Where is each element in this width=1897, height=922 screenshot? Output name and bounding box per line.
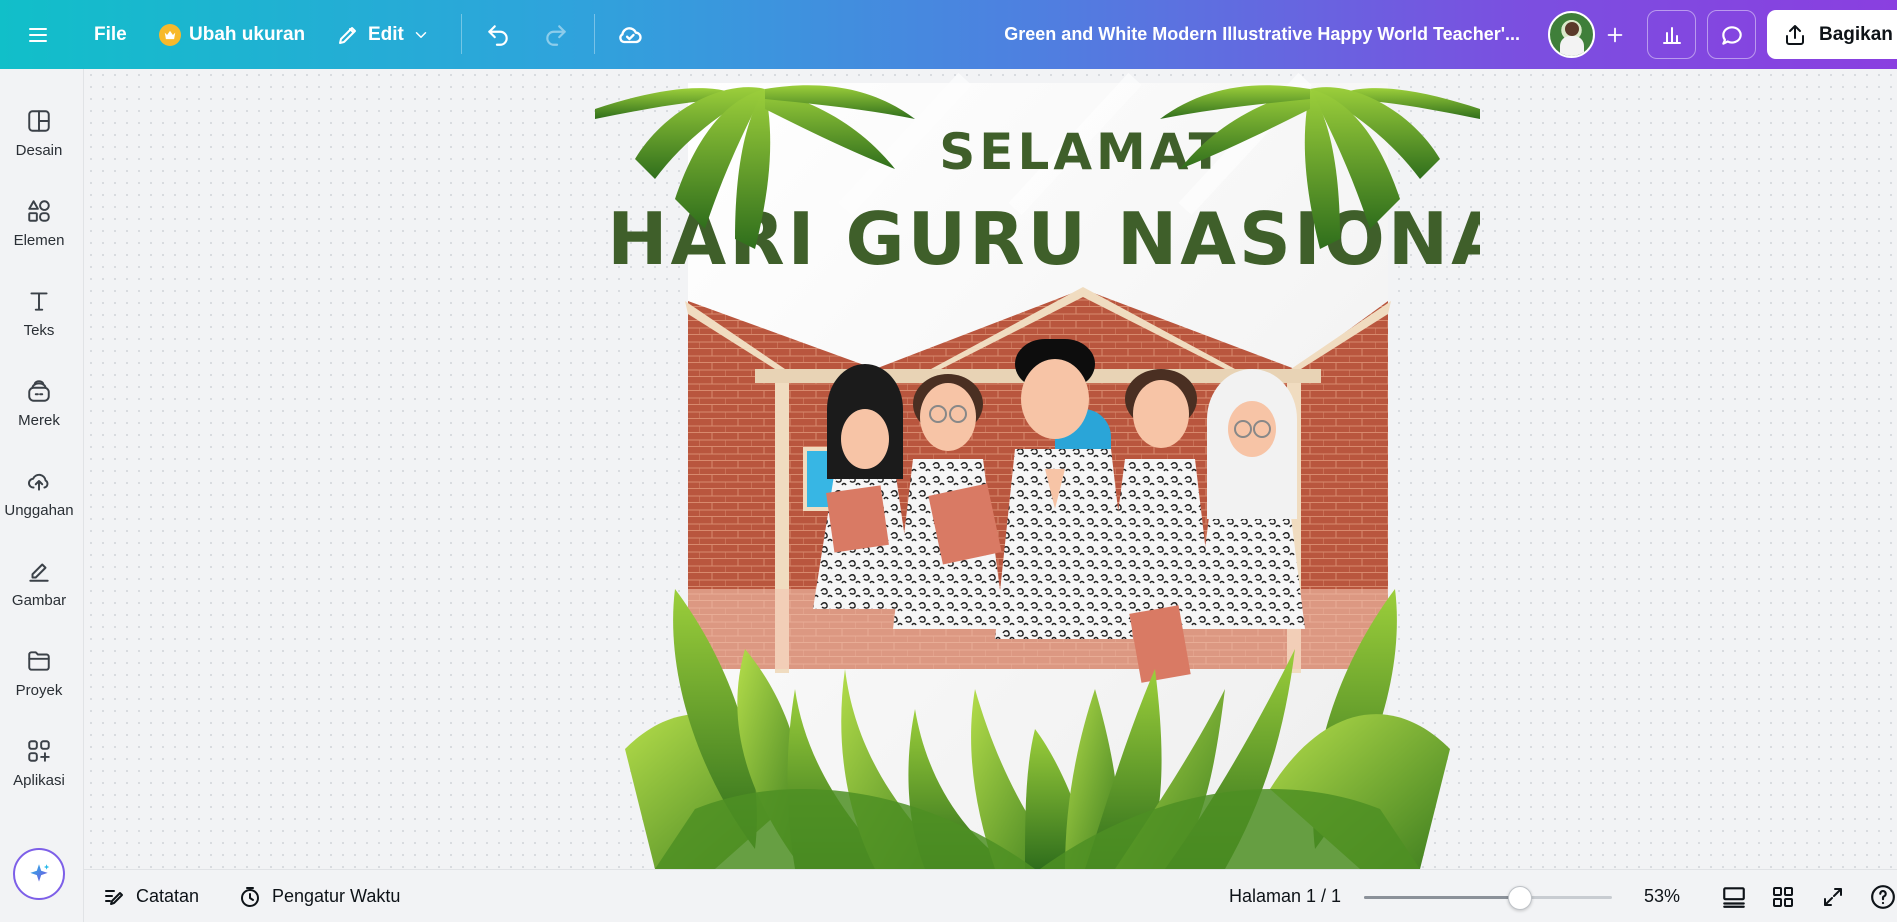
add-collaborator-button[interactable] — [1591, 11, 1638, 58]
notes-label: Catatan — [136, 886, 200, 906]
zoom-slider-fill — [1364, 896, 1521, 899]
sidebar-item-apps[interactable]: Aplikasi — [0, 723, 78, 803]
sidebar-item-label: Gambar — [11, 591, 67, 609]
file-menu-label: File — [94, 23, 127, 45]
sidebar-item-label: Desain — [15, 141, 63, 159]
sidebar-item-label: Elemen — [13, 231, 65, 249]
expand-icon — [1824, 887, 1842, 906]
plus-icon — [1607, 27, 1622, 42]
teachers-day-illustration: SELAMAT HARI GURU NASIONAL — [595, 72, 1556, 869]
resize-label: Ubah ukuran — [189, 23, 306, 45]
sidebar-item-design[interactable]: Desain — [0, 93, 78, 173]
editor-canvas[interactable]: SELAMAT HARI GURU NASIONAL — [85, 69, 1897, 869]
timer-button[interactable]: Pengatur Waktu — [238, 870, 400, 922]
pencil-icon — [339, 26, 356, 44]
magic-assistant-button[interactable] — [13, 848, 65, 900]
sidebar-item-uploads[interactable]: Unggahan — [0, 453, 78, 533]
sidebar-item-label: Aplikasi — [13, 771, 65, 789]
sidebar-item-brand[interactable]: Merek — [0, 363, 78, 443]
fullscreen-button[interactable] — [1821, 870, 1845, 922]
zoom-slider-handle[interactable] — [1508, 886, 1533, 910]
greeting-text: SELAMAT — [939, 123, 1226, 181]
page-indicator[interactable]: Halaman 1 / 1 — [1229, 870, 1341, 922]
page-label: Halaman 1 / 1 — [1229, 886, 1342, 906]
sidebar-item-label: Proyek — [15, 681, 63, 699]
file-menu-button[interactable]: File — [94, 0, 127, 69]
toolbar-divider — [594, 14, 595, 54]
help-icon — [1871, 884, 1895, 909]
cloud-check-icon — [619, 26, 642, 43]
design-icon — [28, 109, 50, 132]
comments-button[interactable] — [1707, 10, 1756, 59]
sidebar-item-projects[interactable]: Proyek — [0, 633, 78, 713]
grid-icon — [1773, 886, 1793, 907]
redo-icon — [546, 24, 566, 46]
crown-icon — [159, 23, 181, 46]
pages-view-icon — [1723, 886, 1745, 908]
undo-button[interactable] — [485, 0, 511, 69]
sidebar-item-label: Teks — [23, 321, 55, 339]
bottom-toolbar: Catatan Pengatur Waktu Halaman 1 / 1 53% — [84, 869, 1897, 922]
toolbar-divider — [461, 14, 462, 54]
resize-button[interactable]: Ubah ukuran — [159, 0, 305, 69]
design-page[interactable]: SELAMAT HARI GURU NASIONAL — [595, 69, 1556, 869]
sidebar-item-label: Merek — [18, 411, 60, 429]
document-title[interactable]: Green and White Modern Illustrative Happ… — [980, 0, 1520, 69]
edit-menu-button[interactable]: Edit — [336, 0, 430, 69]
insights-button[interactable] — [1647, 10, 1696, 59]
sidebar-item-elements[interactable]: Elemen — [0, 183, 78, 263]
share-label: Bagikan — [1819, 23, 1893, 45]
grid-view-button[interactable] — [1771, 870, 1795, 922]
page-view-button[interactable] — [1721, 870, 1747, 922]
sidebar-item-text[interactable]: Teks — [0, 273, 78, 353]
edit-label: Edit — [368, 23, 404, 45]
hamburger-icon — [29, 27, 47, 42]
share-upload-icon — [1786, 24, 1804, 45]
draw-icon — [29, 563, 49, 582]
left-sidebar: Desain Elemen Teks Merek Unggahan Gambar… — [0, 69, 84, 922]
cloud-save-status[interactable] — [616, 0, 644, 69]
share-button[interactable]: Bagikan — [1767, 10, 1897, 59]
zoom-slider[interactable] — [1364, 886, 1612, 910]
sparkle-icon — [30, 864, 50, 882]
comment-icon — [1721, 25, 1742, 45]
apps-icon — [28, 739, 50, 762]
help-button[interactable] — [1870, 870, 1896, 922]
timer-label: Pengatur Waktu — [272, 886, 401, 906]
chevron-down-icon — [415, 31, 427, 38]
brand-icon — [28, 379, 50, 402]
avatar[interactable] — [1548, 11, 1595, 58]
bar-chart-icon — [1662, 26, 1681, 44]
top-toolbar: File Ubah ukuran Edit Green and White Mo… — [0, 0, 1897, 69]
zoom-label: 53% — [1644, 886, 1681, 906]
sidebar-item-label: Unggahan — [4, 501, 74, 519]
zoom-percentage[interactable]: 53% — [1644, 870, 1680, 922]
menu-button[interactable] — [26, 0, 50, 69]
folder-icon — [28, 650, 50, 671]
timer-icon — [241, 886, 259, 907]
elements-icon — [28, 199, 50, 222]
redo-button[interactable] — [543, 0, 569, 69]
text-icon — [30, 291, 48, 311]
upload-icon — [28, 473, 49, 491]
sidebar-item-draw[interactable]: Gambar — [0, 543, 78, 623]
undo-icon — [488, 24, 508, 46]
notes-icon — [105, 889, 123, 905]
notes-button[interactable]: Catatan — [102, 870, 199, 922]
